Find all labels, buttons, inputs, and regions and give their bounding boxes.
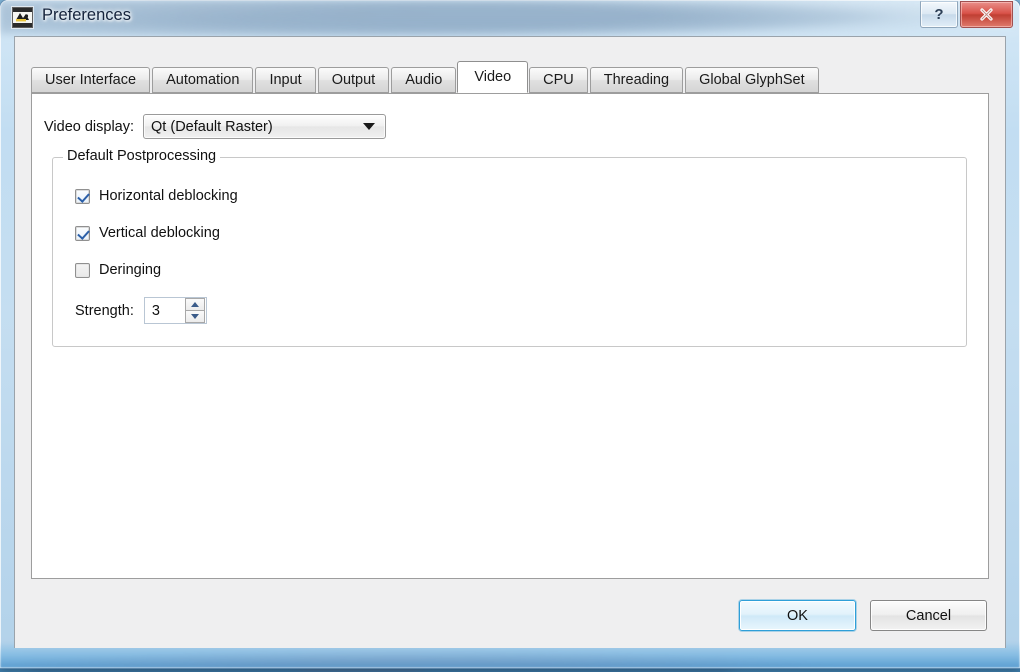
strength-spinbox[interactable]: 3 — [143, 297, 207, 324]
tab-automation[interactable]: Automation — [152, 67, 254, 93]
video-display-value: Qt (Default Raster) — [151, 118, 273, 135]
strength-value: 3 — [151, 302, 160, 319]
ok-button[interactable]: OK — [739, 600, 856, 631]
tab-label: Audio — [405, 72, 443, 88]
tab-label: Threading — [603, 72, 670, 88]
tab-label: Automation — [166, 72, 240, 88]
strength-stepper[interactable] — [184, 298, 205, 323]
tab-input[interactable]: Input — [255, 67, 316, 93]
tab-label: Output — [331, 72, 376, 88]
triangle-up-icon — [190, 302, 199, 307]
vertical-deblocking-label: Vertical deblocking — [99, 225, 220, 241]
strength-increment-button[interactable] — [184, 298, 205, 310]
strength-label: Strength: — [75, 302, 134, 319]
desktop-background: Preferences ? Video display: Qt (Default… — [0, 0, 1020, 672]
ok-label: OK — [787, 607, 808, 624]
checkbox-row-deringing[interactable]: Deringing — [75, 260, 161, 280]
tab-label: CPU — [543, 72, 574, 88]
dialog-button-bar: OK Cancel — [739, 600, 987, 631]
tab-audio[interactable]: Audio — [391, 67, 457, 93]
tab-bar[interactable]: User Interface Automation Input Output A… — [31, 61, 821, 93]
group-title: Default Postprocessing — [63, 148, 221, 164]
window-title: Preferences — [42, 6, 131, 24]
tab-cpu[interactable]: CPU — [529, 67, 588, 93]
strength-decrement-button[interactable] — [184, 310, 205, 323]
tab-output[interactable]: Output — [317, 67, 390, 93]
tab-label: Input — [269, 72, 302, 88]
app-icon — [12, 7, 33, 28]
tab-video[interactable]: Video — [457, 61, 529, 93]
tab-panel-video: Video display: Qt (Default Raster) Defau… — [31, 93, 989, 579]
cancel-label: Cancel — [905, 607, 952, 624]
video-display-row: Video display: Qt (Default Raster) — [44, 114, 387, 139]
checkbox-row-vertical-deblocking[interactable]: Vertical deblocking — [75, 223, 220, 243]
triangle-down-icon — [190, 314, 199, 319]
tab-user-interface[interactable]: User Interface — [31, 67, 151, 93]
help-icon: ? — [934, 6, 944, 23]
video-display-label: Video display: — [44, 118, 135, 135]
tab-label: User Interface — [45, 72, 137, 88]
dialog-client-area: Video display: Qt (Default Raster) Defau… — [14, 36, 1006, 648]
deringing-label: Deringing — [99, 262, 162, 278]
strength-row: Strength: 3 — [75, 297, 207, 324]
video-display-combobox[interactable]: Qt (Default Raster) — [143, 114, 387, 139]
chevron-down-icon — [363, 123, 376, 130]
close-button[interactable] — [960, 1, 1013, 28]
tab-threading[interactable]: Threading — [589, 67, 684, 93]
horizontal-deblocking-label: Horizontal deblocking — [99, 188, 238, 204]
checkbox-row-horizontal-deblocking[interactable]: Horizontal deblocking — [75, 186, 238, 206]
tab-label: Global GlyphSet — [699, 72, 805, 88]
horizontal-deblocking-checkbox[interactable] — [75, 188, 90, 204]
tab-global-glyphset[interactable]: Global GlyphSet — [685, 67, 819, 93]
default-postprocessing-group: Default Postprocessing Horizontal debloc… — [52, 148, 967, 347]
tab-label: Video — [474, 69, 512, 85]
deringing-checkbox[interactable] — [75, 262, 90, 278]
title-bar[interactable]: Preferences ? — [0, 0, 1020, 36]
cancel-button[interactable]: Cancel — [870, 600, 987, 631]
preferences-window: Preferences ? Video display: Qt (Default… — [0, 0, 1020, 668]
help-button[interactable]: ? — [920, 1, 958, 28]
vertical-deblocking-checkbox[interactable] — [75, 225, 90, 241]
close-icon — [980, 8, 993, 21]
